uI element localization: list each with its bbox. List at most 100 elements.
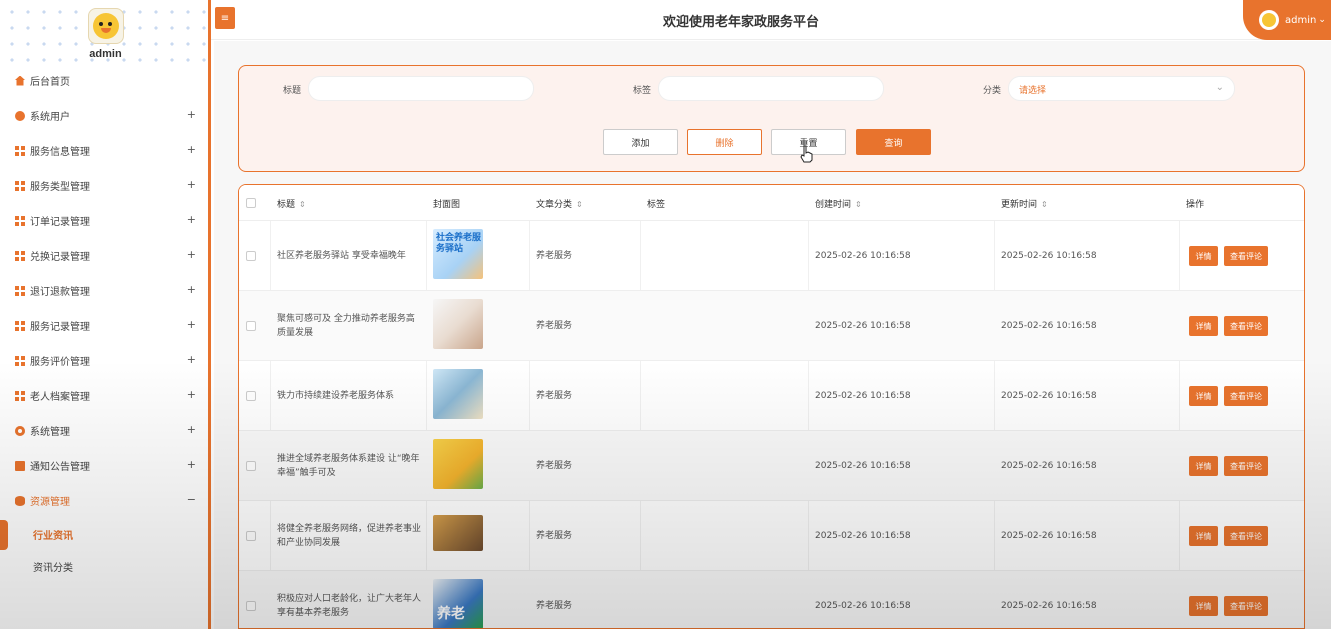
sidebar-item-announcements[interactable]: 通知公告管理 + [0,448,208,483]
sidebar-subitem-news-category[interactable]: 资讯分类 [0,550,208,582]
row-category: 养老服务 [536,251,573,261]
cover-image[interactable] [433,515,483,551]
detail-button[interactable]: 详情 [1189,316,1218,336]
main-content: 标题 标签 分类 请选择 ⌄ 添加 删除 重置 查询 标题 ⇕ 封面图 文章分类 ⇕… [214,41,1331,629]
sidebar-item-label: 系统管理 [30,427,70,438]
sidebar-item-reviews[interactable]: 服务评价管理 + [0,343,208,378]
sidebar-item-elder-profiles[interactable]: 老人档案管理 + [0,378,208,413]
expand-icon: + [186,143,196,156]
sidebar-item-service-type[interactable]: 服务类型管理 + [0,168,208,203]
row-checkbox[interactable] [246,461,256,471]
user-icon [15,110,25,121]
cover-image[interactable] [433,439,483,489]
row-title: 聚焦可感可及 全力推动养老服务高质量发展 [277,314,415,338]
category-select[interactable]: 请选择 ⌄ [1008,76,1235,101]
sidebar-item-resources[interactable]: 资源管理 − [0,483,208,518]
avatar[interactable] [88,8,124,44]
grid-icon [15,390,25,401]
row-created: 2025-02-26 10:16:58 [815,601,911,611]
row-checkbox[interactable] [246,531,256,541]
sidebar-item-system-users[interactable]: 系统用户 + [0,98,208,133]
cover-image[interactable]: 养老 [433,579,483,628]
cover-image[interactable] [433,369,483,419]
expand-icon: + [186,318,196,331]
tag-search-input[interactable] [658,76,884,101]
chevron-down-icon: ⌄ [1215,82,1224,93]
detail-button[interactable]: 详情 [1189,596,1218,616]
view-comments-button[interactable]: 查看评论 [1224,386,1268,406]
query-button[interactable]: 查询 [856,129,931,155]
row-category: 养老服务 [536,461,573,471]
row-updated: 2025-02-26 10:16:58 [1001,251,1097,261]
sidebar-item-label: 服务类型管理 [30,182,90,193]
row-created: 2025-02-26 10:16:58 [815,251,911,261]
sidebar-item-label: 服务评价管理 [30,357,90,368]
sidebar-item-home[interactable]: 后台首页 [0,63,208,98]
header-label: 更新时间 [1001,200,1038,210]
row-checkbox[interactable] [246,601,256,611]
sidebar-subitem-label: 资讯分类 [33,562,73,574]
sidebar-item-label: 退订退款管理 [30,287,90,298]
title-search-input[interactable] [308,76,534,101]
cover-image[interactable] [433,299,483,349]
row-title: 铁力市持续建设养老服务体系 [277,391,395,401]
sidebar-item-service-records[interactable]: 服务记录管理 + [0,308,208,343]
sidebar-item-label: 后台首页 [30,77,70,88]
detail-button[interactable]: 详情 [1189,526,1218,546]
table-row: 推进全域养老服务体系建设 让“晚年幸福”触手可及 养老服务 2025-02-26… [239,431,1304,501]
view-comments-button[interactable]: 查看评论 [1224,526,1268,546]
document-icon [15,460,25,471]
table-row: 聚焦可感可及 全力推动养老服务高质量发展 养老服务 2025-02-26 10:… [239,291,1304,361]
detail-button[interactable]: 详情 [1189,246,1218,266]
column-header-tag: 标签 [647,200,666,210]
row-category: 养老服务 [536,321,573,331]
row-updated: 2025-02-26 10:16:58 [1001,461,1097,471]
grid-icon [15,355,25,366]
user-menu[interactable]: admin ⌄ [1243,0,1331,40]
duck-avatar-icon [93,13,119,39]
gear-icon [15,425,25,436]
home-icon [15,75,25,86]
row-updated: 2025-02-26 10:16:58 [1001,531,1097,541]
cover-image-text: 养老 [437,606,465,622]
column-header-updated[interactable]: 更新时间 ⇕ [1001,197,1048,210]
top-bar: ≡ 欢迎使用老年家政服务平台 admin ⌄ [211,0,1331,40]
sidebar-item-label: 服务记录管理 [30,322,90,333]
detail-button[interactable]: 详情 [1189,456,1218,476]
sort-icon: ⇕ [299,200,306,209]
cover-image-text: 社会养老服务驿站 [436,233,482,254]
sidebar-item-orders[interactable]: 订单记录管理 + [0,203,208,238]
row-checkbox[interactable] [246,321,256,331]
row-title: 社区养老服务驿站 享受幸福晚年 [277,251,406,261]
sidebar-item-exchange[interactable]: 兑换记录管理 + [0,238,208,273]
detail-button[interactable]: 详情 [1189,386,1218,406]
view-comments-button[interactable]: 查看评论 [1224,456,1268,476]
row-updated: 2025-02-26 10:16:58 [1001,321,1097,331]
row-created: 2025-02-26 10:16:58 [815,391,911,401]
sidebar-subitem-industry-news[interactable]: 行业资讯 [0,518,208,550]
view-comments-button[interactable]: 查看评论 [1224,246,1268,266]
sidebar-item-service-info[interactable]: 服务信息管理 + [0,133,208,168]
sidebar-item-label: 通知公告管理 [30,462,90,473]
delete-button[interactable]: 删除 [687,129,762,155]
row-category: 养老服务 [536,601,573,611]
cover-image[interactable]: 社会养老服务驿站 [433,229,483,279]
column-header-category[interactable]: 文章分类 ⇕ [536,197,583,210]
sidebar-subitem-label: 行业资讯 [33,530,73,542]
expand-icon: + [186,423,196,436]
row-checkbox[interactable] [246,391,256,401]
sidebar-item-system-management[interactable]: 系统管理 + [0,413,208,448]
column-header-created[interactable]: 创建时间 ⇕ [815,197,862,210]
row-checkbox[interactable] [246,251,256,261]
row-updated: 2025-02-26 10:16:58 [1001,601,1097,611]
view-comments-button[interactable]: 查看评论 [1224,596,1268,616]
select-all-checkbox[interactable] [246,198,256,208]
grid-icon [15,145,25,156]
search-panel: 标题 标签 分类 请选择 ⌄ 添加 删除 重置 查询 [238,65,1305,172]
category-select-placeholder: 请选择 [1019,86,1047,96]
sidebar-item-refunds[interactable]: 退订退款管理 + [0,273,208,308]
add-button[interactable]: 添加 [603,129,678,155]
view-comments-button[interactable]: 查看评论 [1224,316,1268,336]
user-avatar-icon [1259,10,1279,30]
column-header-title[interactable]: 标题 ⇕ [277,197,306,210]
